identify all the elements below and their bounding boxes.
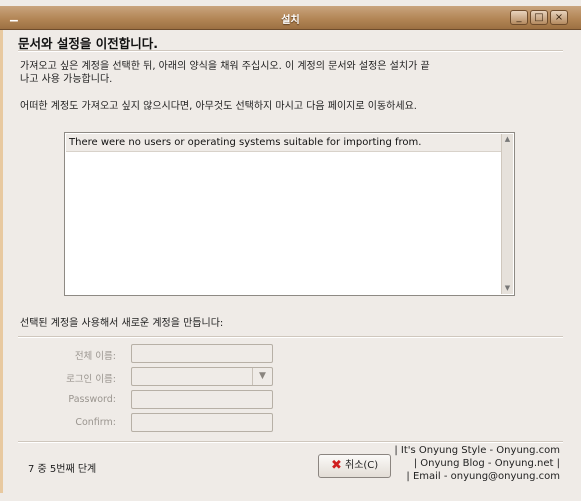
description-line-1: 가져오고 싶은 계정을 선택한 뒤, 아래의 양식을 채워 주십시오. 이 계정…: [20, 61, 430, 72]
form-section-label: 선택된 계정을 사용해서 새로운 계정을 만듭니다:: [20, 318, 224, 329]
minimize-button[interactable]: _: [510, 10, 528, 25]
list-item: There were no users or operating systems…: [66, 134, 503, 152]
import-accounts-list[interactable]: There were no users or operating systems…: [64, 132, 515, 296]
title-bar[interactable]: ▁ 설치 _ □ ×: [0, 6, 581, 30]
scroll-down-icon[interactable]: ▼: [503, 284, 512, 293]
left-edge-strip: [0, 30, 3, 493]
scroll-up-icon[interactable]: ▲: [503, 135, 512, 144]
close-window-button[interactable]: ×: [550, 10, 568, 25]
watermark-line-3: | Email - onyung@onyung.com: [406, 471, 560, 482]
confirm-label: Confirm:: [75, 417, 116, 428]
installer-window: ▁ 설치 _ □ × 문서와 설정을 이전합니다. 가져오고 싶은 계정을 선택…: [0, 0, 581, 501]
watermark-line-1: | It's Onyung Style - Onyung.com: [394, 445, 560, 456]
heading-divider: [18, 50, 563, 52]
chevron-down-icon[interactable]: ▼: [252, 368, 272, 385]
description-line-3: 어떠한 계정도 가져오고 싶지 않으시다면, 아무것도 선택하지 마시고 다음 …: [20, 101, 417, 112]
close-icon: ×: [554, 12, 564, 23]
full-name-label: 전체 이름:: [74, 351, 116, 362]
minimize-icon: _: [516, 12, 522, 23]
cancel-button[interactable]: ✖ 취소(C): [318, 454, 391, 478]
login-name-combo[interactable]: ▼: [131, 367, 273, 386]
maximize-button[interactable]: □: [530, 10, 548, 25]
footer-divider: [18, 441, 563, 443]
description-line-2: 나고 사용 가능합니다.: [20, 74, 113, 85]
form-divider: [18, 336, 563, 338]
cancel-icon: ✖: [331, 458, 342, 473]
password-field[interactable]: [131, 390, 273, 409]
window-title: 설치: [281, 15, 300, 26]
watermark: | It's Onyung Style - Onyung.com | Onyun…: [394, 444, 560, 483]
password-label: Password:: [68, 394, 116, 405]
watermark-line-2: | Onyung Blog - Onyung.net |: [413, 458, 560, 469]
list-scrollbar[interactable]: ▲ ▼: [501, 134, 513, 294]
main-content: 문서와 설정을 이전합니다. 가져오고 싶은 계정을 선택한 뒤, 아래의 양식…: [8, 30, 573, 493]
confirm-password-field[interactable]: [131, 413, 273, 432]
step-indicator: 7 중 5번째 단계: [28, 464, 97, 475]
login-name-label: 로그인 이름:: [66, 374, 116, 385]
cancel-button-label: 취소(C): [345, 460, 379, 471]
maximize-icon: □: [534, 12, 544, 23]
full-name-field[interactable]: [131, 344, 273, 363]
